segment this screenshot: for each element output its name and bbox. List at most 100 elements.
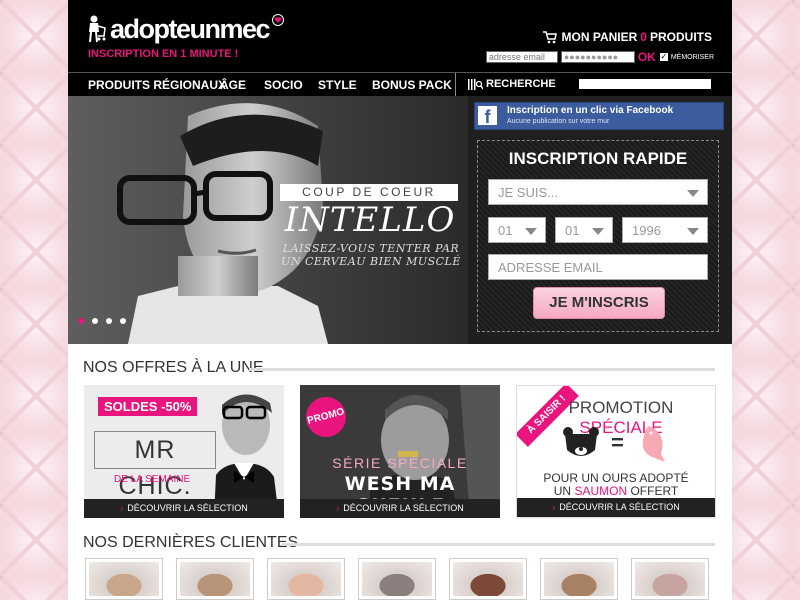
hero-subtitle-line2: UN CERVEAU BIEN MUSCLÉ	[281, 255, 461, 268]
login-ok-button[interactable]: OK	[638, 50, 656, 64]
carousel-dot-1[interactable]	[78, 318, 84, 324]
gender-select-value: JE SUIS...	[498, 185, 558, 200]
offer-card-mr-chic[interactable]: SOLDES -50% MR CHIC. DE LA SEMAINE › DÉCO…	[84, 385, 284, 518]
birth-day-select[interactable]: 01	[488, 217, 546, 243]
chevron-down-icon	[525, 228, 537, 235]
offer-card-line1: POUR UN OURS ADOPTÉ	[543, 471, 689, 485]
offer-card-cta-label: DÉCOUVRIR LA SÉLECTION	[343, 503, 464, 513]
nav-item-style[interactable]: STYLE	[318, 78, 357, 92]
facebook-signup-button[interactable]: f Inscription en un clic via Facebook Au…	[474, 102, 724, 130]
nav-divider	[455, 73, 456, 97]
client-thumbnail[interactable]	[85, 558, 163, 600]
signup-tagline[interactable]: INSCRIPTION EN 1 MINUTE !	[88, 48, 238, 60]
offer-card-cta-label: DÉCOUVRIR LA SÉLECTION	[559, 502, 680, 512]
section-divider	[249, 368, 715, 371]
offer-card-line2-c: OFFERT	[630, 484, 679, 498]
chevron-down-icon	[687, 228, 699, 235]
quick-signup-form: INSCRIPTION RAPIDE JE SUIS... 01 01 1996…	[477, 140, 719, 332]
signup-submit-button[interactable]: JE M'INSCRIS	[533, 287, 665, 319]
cart-count: 0	[640, 30, 647, 44]
offer-card-cta[interactable]: › DÉCOUVRIR LA SÉLECTION	[84, 499, 284, 518]
signup-email-placeholder: ADRESSE EMAIL	[498, 260, 603, 275]
hero-subtitle: LAISSEZ-VOUS TENTER PAR UN CERVEAU BIEN …	[276, 242, 466, 268]
offer-card-cta[interactable]: › DÉCOUVRIR LA SÉLECTION	[517, 498, 715, 517]
client-photo	[544, 562, 614, 596]
cart-label: MON PANIER	[561, 30, 638, 44]
carousel-dots	[78, 318, 134, 324]
offer-card-title: SÉRIE SPÉCIALE	[332, 455, 468, 471]
nav-item-produits-regionaux[interactable]: PRODUITS RÉGIONAUX	[88, 78, 226, 92]
client-photo	[362, 562, 432, 596]
facebook-icon: f	[478, 106, 497, 127]
birth-month-value: 01	[565, 223, 580, 238]
birth-year-value: 1996	[632, 223, 661, 238]
gender-select[interactable]: JE SUIS...	[488, 179, 708, 205]
client-thumbnail[interactable]	[631, 558, 709, 600]
offer-card-line2-a: UN	[553, 484, 572, 498]
offer-card-line2: UN SAUMON OFFERT	[517, 484, 715, 498]
client-thumbnail[interactable]	[449, 558, 527, 600]
carousel-dot-4[interactable]	[120, 318, 126, 324]
hero-banner[interactable]: COUP DE COEUR INTELLO LAISSEZ-VOUS TENTE…	[68, 96, 732, 344]
shopping-cart-icon	[542, 31, 557, 44]
client-thumbnail[interactable]	[176, 558, 254, 600]
chevron-down-icon	[687, 190, 699, 197]
carousel-dot-3[interactable]	[106, 318, 112, 324]
heart-icon	[272, 14, 285, 26]
carousel-dot-2[interactable]	[92, 318, 98, 324]
clients-section-title: NOS DERNIÈRES CLIENTES	[83, 534, 299, 551]
offer-card-cta[interactable]: › DÉCOUVRIR LA SÉLECTION	[300, 499, 500, 518]
client-photo	[89, 562, 159, 596]
logo-girl-cart-icon	[89, 15, 106, 43]
offer-card-title: MR CHIC.	[94, 431, 216, 500]
login-bar: OK ✓ MÉMORISER	[485, 50, 714, 64]
offer-badge: SOLDES -50%	[98, 397, 198, 416]
birth-year-select[interactable]: 1996	[622, 217, 708, 243]
offer-card-cta-label: DÉCOUVRIR LA SÉLECTION	[127, 503, 248, 513]
client-photo	[180, 562, 250, 596]
search-input[interactable]	[579, 79, 711, 89]
nav-item-age[interactable]: ÂGE	[220, 78, 246, 92]
cart-suffix: PRODUITS	[649, 30, 712, 44]
chevron-right-icon: ›	[552, 502, 556, 512]
client-photo	[635, 562, 705, 596]
equals-icon: =	[611, 430, 624, 455]
offer-card-line2-b: SAUMON	[574, 484, 628, 498]
birth-month-select[interactable]: 01	[555, 217, 613, 243]
hero-subtitle-line1: LAISSEZ-VOUS TENTER PAR	[282, 242, 460, 255]
hero-title: INTELLO	[284, 200, 456, 240]
page-container: adopteunmec INSCRIPTION EN 1 MINUTE ! MO…	[68, 0, 732, 600]
signup-email-input[interactable]: ADRESSE EMAIL	[488, 254, 708, 280]
remember-checkbox[interactable]: ✓	[659, 53, 668, 61]
client-photo	[271, 562, 341, 596]
remember-label: MÉMORISER	[670, 53, 714, 61]
birth-day-value: 01	[498, 223, 513, 238]
search-filter-icon	[468, 79, 483, 90]
login-password-input[interactable]	[560, 51, 635, 63]
client-thumbnail[interactable]	[358, 558, 436, 600]
logo-text: adopteunmec	[110, 14, 271, 44]
offer-card-subtitle: DE LA SEMAINE	[114, 474, 191, 485]
chevron-down-icon	[592, 228, 604, 235]
offer-card-ours-saumon[interactable]: À SAISIR ! PROMOTION SPÉCIALE = POUR UN …	[516, 385, 716, 518]
search-label[interactable]: RECHERCHE	[486, 78, 556, 90]
offer-card-wesh[interactable]: PROMO SÉRIE SPÉCIALE WESH MA GUEULE ›DÉC…	[300, 385, 500, 518]
logo[interactable]: adopteunmec	[86, 12, 285, 46]
client-thumbnail[interactable]	[540, 558, 618, 600]
client-photo	[453, 562, 523, 596]
facebook-signup-label: Inscription en un clic via Facebook	[507, 105, 674, 116]
nav-item-socio[interactable]: SOCIO	[264, 78, 303, 92]
signup-title: INSCRIPTION RAPIDE	[508, 149, 688, 168]
section-divider	[282, 543, 715, 546]
chevron-right-icon: ›	[120, 503, 124, 513]
cart-link[interactable]: MON PANIER 0 PRODUITS	[542, 30, 712, 44]
login-email-input[interactable]	[485, 51, 558, 63]
nav-item-bonus-pack[interactable]: BONUS PACK	[372, 78, 452, 92]
bear-icon	[563, 427, 599, 456]
header: adopteunmec INSCRIPTION EN 1 MINUTE ! MO…	[68, 0, 732, 72]
main-nav: PRODUITS RÉGIONAUX ÂGE SOCIO STYLE BONUS…	[68, 72, 732, 97]
facebook-signup-note: Aucune publication sur votre mur	[507, 118, 610, 125]
offers-section-title: NOS OFFRES À LA UNE	[83, 359, 264, 376]
hero-badge: COUP DE COEUR	[280, 184, 458, 201]
client-thumbnail[interactable]	[267, 558, 345, 600]
